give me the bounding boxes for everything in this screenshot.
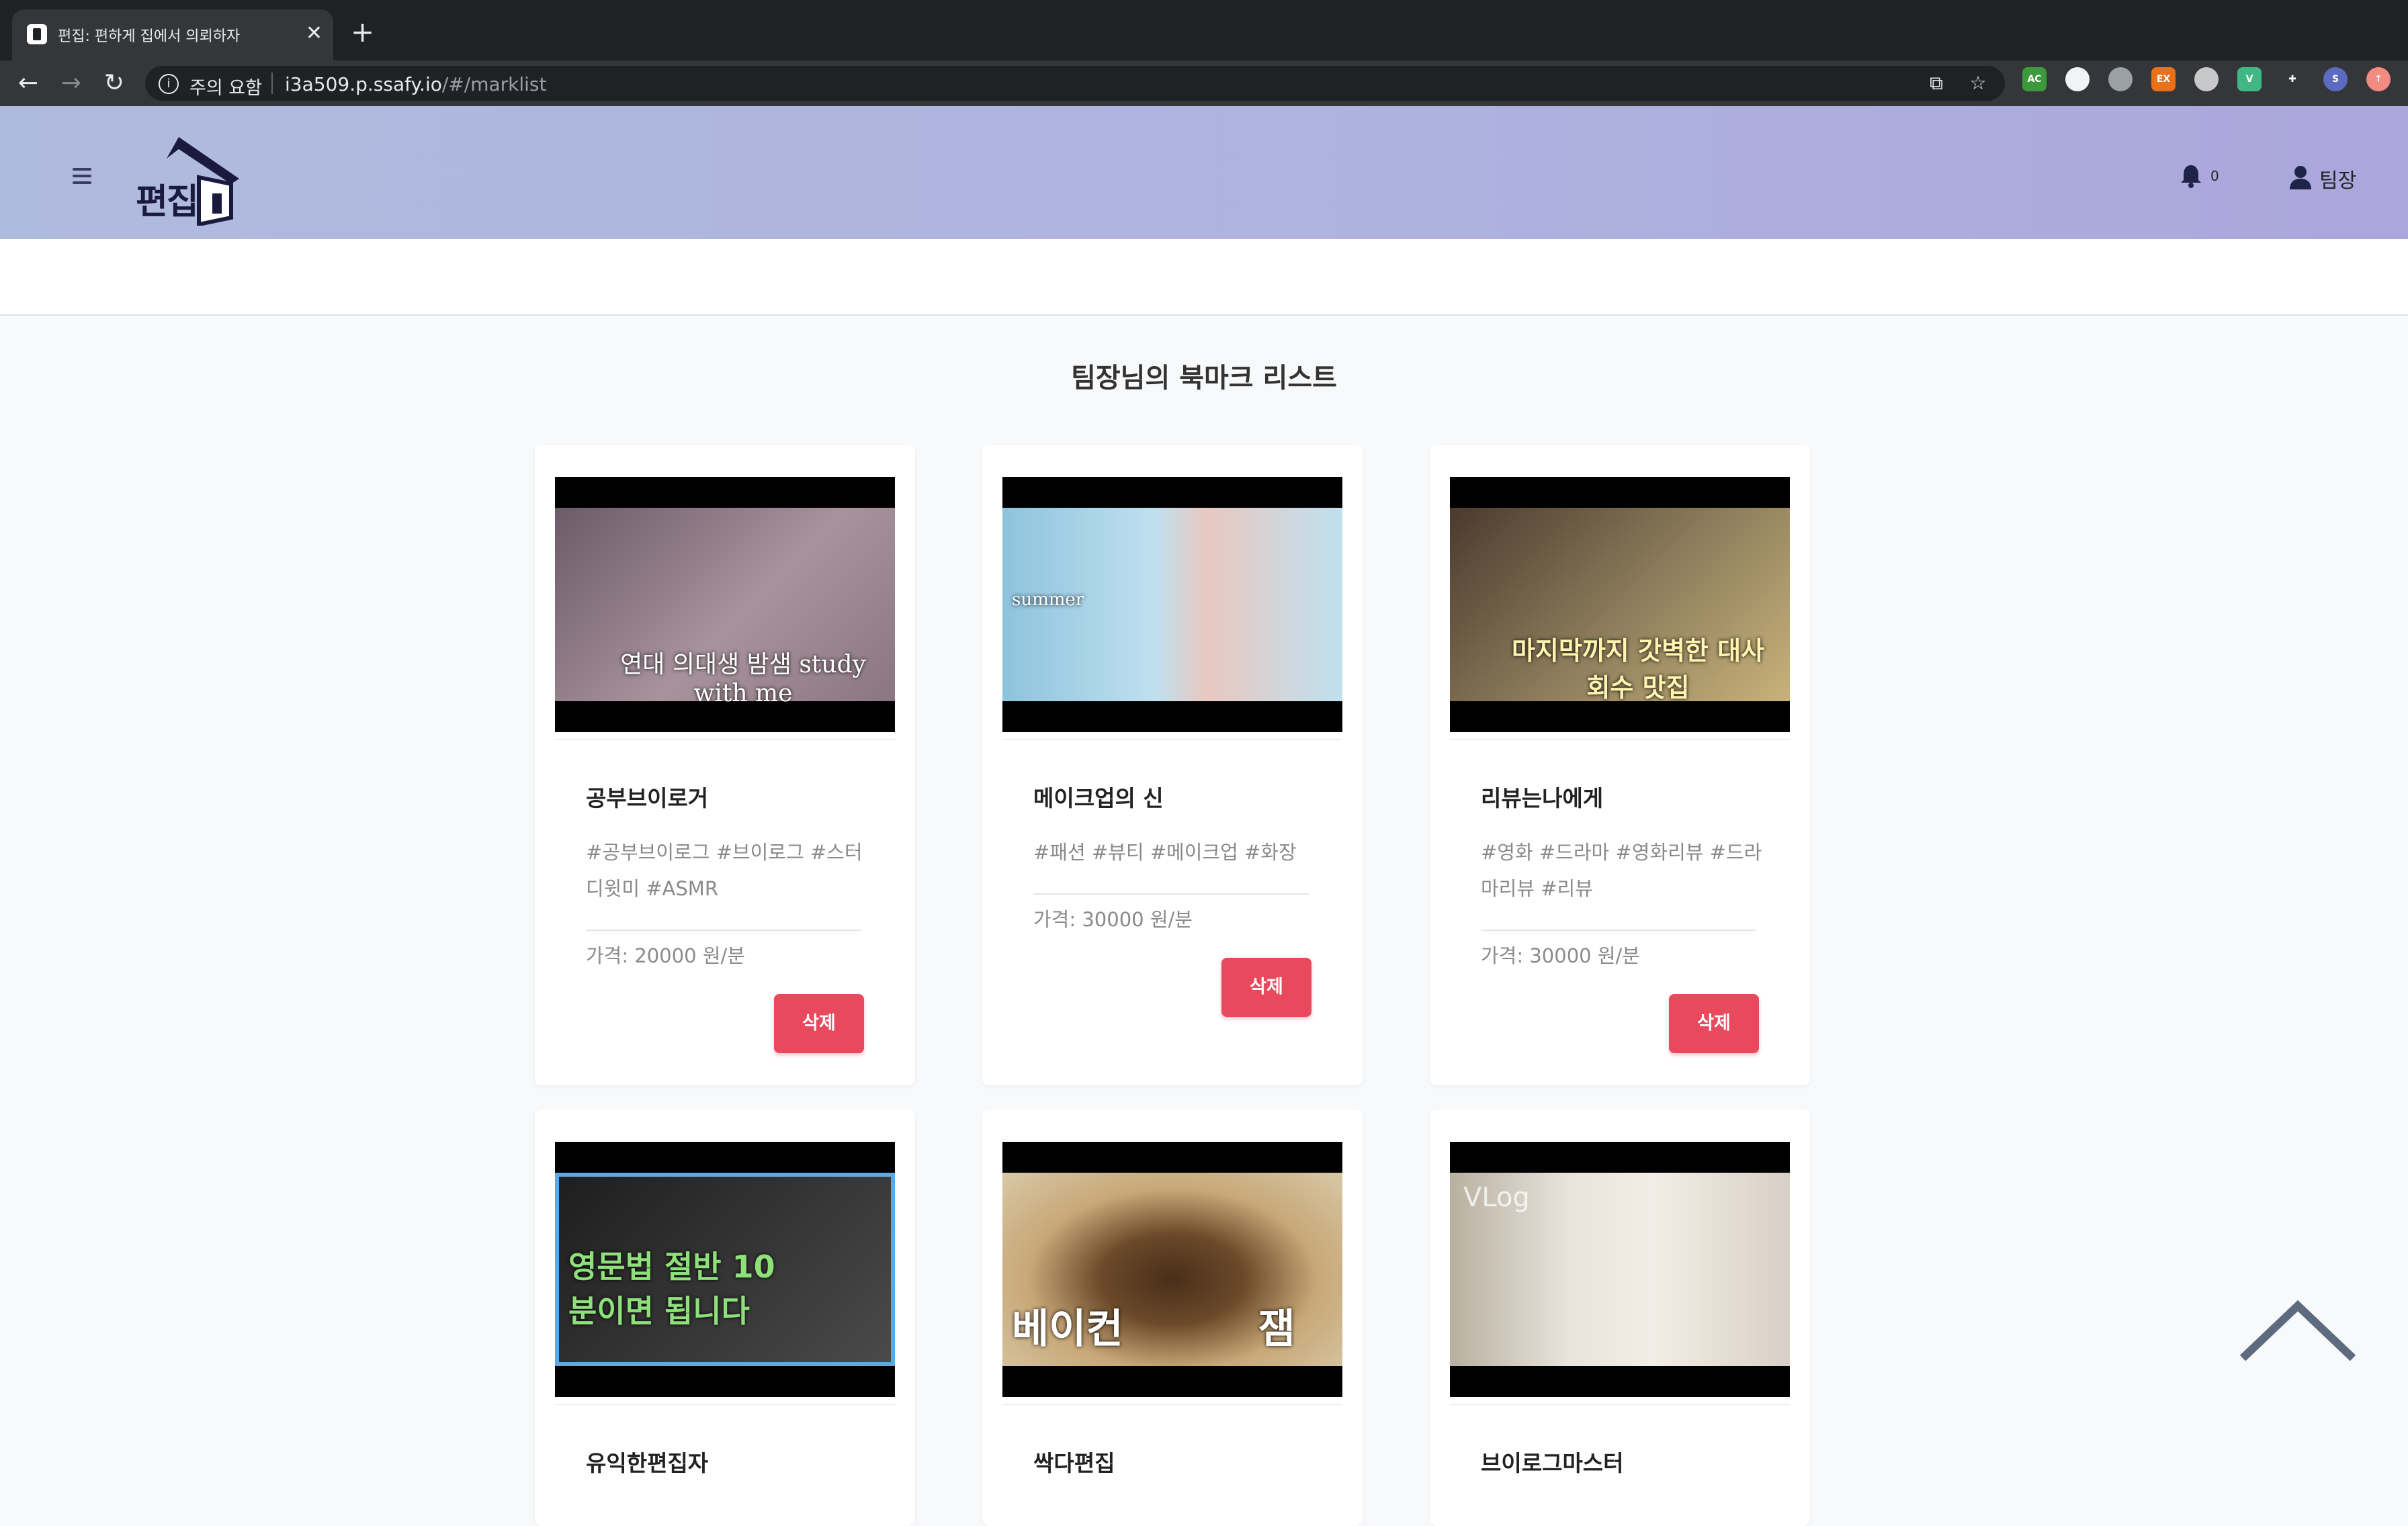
thumbnail-divider — [1450, 1404, 1790, 1405]
thumbnail-divider — [555, 739, 895, 740]
address-bar[interactable]: i 주의 요함 i3a509.p.ssafy.io/#/marklist ⧉ ☆ — [145, 66, 2005, 101]
translate-icon[interactable]: ⧉ — [1926, 73, 1947, 94]
vue-devtools-icon[interactable]: V — [2237, 67, 2262, 91]
new-tab-button[interactable]: + — [351, 13, 374, 51]
bookmark-card[interactable]: 연대 의대생 밤샘 study with me 공부브이로거 #공부브이로그 #… — [535, 445, 915, 1085]
back-button[interactable]: ← — [9, 64, 47, 102]
omnibox-separator — [271, 73, 273, 94]
profile-avatar-icon[interactable]: S — [2323, 67, 2348, 91]
thumbnail-divider — [1450, 739, 1790, 740]
url-path: /#/marklist — [441, 73, 547, 95]
site-logo[interactable]: 편집 — [132, 132, 246, 227]
bookmark-star-icon[interactable]: ☆ — [1967, 73, 1989, 94]
update-icon[interactable]: ↑ — [2366, 67, 2391, 91]
video-thumbnail[interactable]: 영문법 절반 10분이면 됩니다 — [555, 1142, 895, 1397]
thumbnail-divider — [1002, 739, 1342, 740]
app-header: 편집 0 팀장 — [0, 106, 2408, 239]
hamburger-menu-icon[interactable] — [73, 168, 94, 185]
thumbnail-caption: summer — [1012, 590, 1084, 610]
thumbnail-caption: VLog — [1463, 1182, 1530, 1213]
delete-button[interactable]: 삭제 — [1221, 958, 1312, 1017]
card-name: 싹다편집 — [1033, 1450, 1115, 1476]
card-price: 가격: 30000 원/분 — [1033, 908, 1193, 931]
video-thumbnail[interactable]: 마지막까지 갓벽한 대사 회수 맛집 — [1450, 477, 1790, 732]
video-thumbnail[interactable]: VLog — [1450, 1142, 1790, 1397]
notification-count: 0 — [2210, 168, 2219, 184]
bookmark-card[interactable]: 마지막까지 갓벽한 대사 회수 맛집 리뷰는나에게 #영화 #드라마 #영화리뷰… — [1430, 445, 1810, 1085]
thumbnail-caption: 연대 의대생 밤샘 study with me — [620, 651, 866, 707]
puzzle-extensions-icon[interactable]: ✚ — [2280, 67, 2305, 91]
url-text[interactable]: i3a509.p.ssafy.io/#/marklist — [285, 73, 546, 95]
delete-button[interactable]: 삭제 — [1669, 994, 1759, 1053]
grey-ext-icon[interactable] — [2108, 67, 2133, 91]
card-price: 가격: 30000 원/분 — [1481, 944, 1640, 967]
card-tags: #공부브이로그 #브이로그 #스터디윗미 #ASMR — [586, 841, 863, 900]
logo-text: 편집 — [136, 182, 199, 222]
bookmark-card[interactable]: 영문법 절반 10분이면 됩니다 유익한편집자 — [535, 1110, 915, 1526]
user-name[interactable]: 팀장 — [2319, 164, 2356, 193]
page-title: 팀장님의 북마크 리스트 — [1071, 363, 1337, 394]
card-name: 리뷰는나에게 — [1481, 785, 1604, 811]
security-warning[interactable]: 주의 요함 — [189, 73, 262, 99]
card-name: 공부브이로거 — [586, 785, 709, 811]
forward-button[interactable]: → — [52, 64, 90, 102]
bookmark-card[interactable]: 베이컨 잼 싹다편집 — [982, 1110, 1363, 1526]
card-name: 브이로그마스터 — [1481, 1450, 1624, 1476]
site-info-icon[interactable]: i — [159, 74, 179, 94]
browser-tab[interactable]: 편집: 편하게 집에서 의뢰하자 ✕ — [12, 9, 333, 60]
video-thumbnail[interactable]: 베이컨 잼 — [1002, 1142, 1342, 1397]
user-icon[interactable] — [2287, 164, 2314, 191]
reload-button[interactable]: ↻ — [95, 64, 133, 102]
record-ext-icon[interactable] — [2194, 67, 2219, 91]
thumbnail-divider — [1002, 1404, 1342, 1405]
card-divider — [1481, 930, 1756, 931]
card-name: 메이크업의 신 — [1033, 785, 1164, 811]
thumbnail-caption: 영문법 절반 10분이면 됩니다 — [568, 1249, 775, 1329]
bookmark-card[interactable]: VLog 브이로그마스터 — [1430, 1110, 1810, 1526]
delete-button[interactable]: 삭제 — [774, 994, 864, 1053]
card-tags: #영화 #드라마 #영화리뷰 #드라마리뷰 #리뷰 — [1481, 841, 1762, 900]
thumbnail-caption: 베이컨 잼 — [1012, 1306, 1295, 1353]
scroll-to-top-icon[interactable] — [2237, 1296, 2358, 1363]
browser-tabstrip: 편집: 편하게 집에서 의뢰하자 ✕ + — [0, 0, 2408, 60]
card-tags: #패션 #뷰티 #메이크업 #화장 — [1033, 841, 1297, 864]
thumbnail-divider — [555, 1404, 895, 1405]
browser-toolbar: ← → ↻ i 주의 요함 i3a509.p.ssafy.io/#/markli… — [0, 60, 2408, 106]
bookmark-card[interactable]: summer 메이크업의 신 #패션 #뷰티 #메이크업 #화장 가격: 300… — [982, 445, 1363, 1085]
favicon-icon — [27, 24, 47, 44]
video-thumbnail[interactable]: 연대 의대생 밤샘 study with me — [555, 477, 895, 732]
sub-navigation-bar — [0, 239, 2408, 316]
card-divider — [1033, 893, 1309, 895]
card-divider — [586, 930, 861, 931]
tab-title: 편집: 편하게 집에서 의뢰하자 — [58, 28, 241, 45]
card-name: 유익한편집자 — [586, 1450, 709, 1476]
bell-icon[interactable] — [2177, 163, 2205, 189]
thumbnail-caption: 마지막까지 갓벽한 대사 회수 맛집 — [1511, 635, 1765, 703]
card-price: 가격: 20000 원/분 — [586, 944, 745, 967]
acrobat-ext-icon[interactable]: AC — [2022, 67, 2047, 91]
ex-ext-icon[interactable]: EX — [2151, 67, 2176, 91]
tab-close-icon[interactable]: ✕ — [306, 19, 322, 48]
circle-ext-icon[interactable] — [2065, 67, 2090, 91]
url-host: i3a509.p.ssafy.io — [285, 73, 442, 95]
video-thumbnail[interactable]: summer — [1002, 477, 1342, 732]
